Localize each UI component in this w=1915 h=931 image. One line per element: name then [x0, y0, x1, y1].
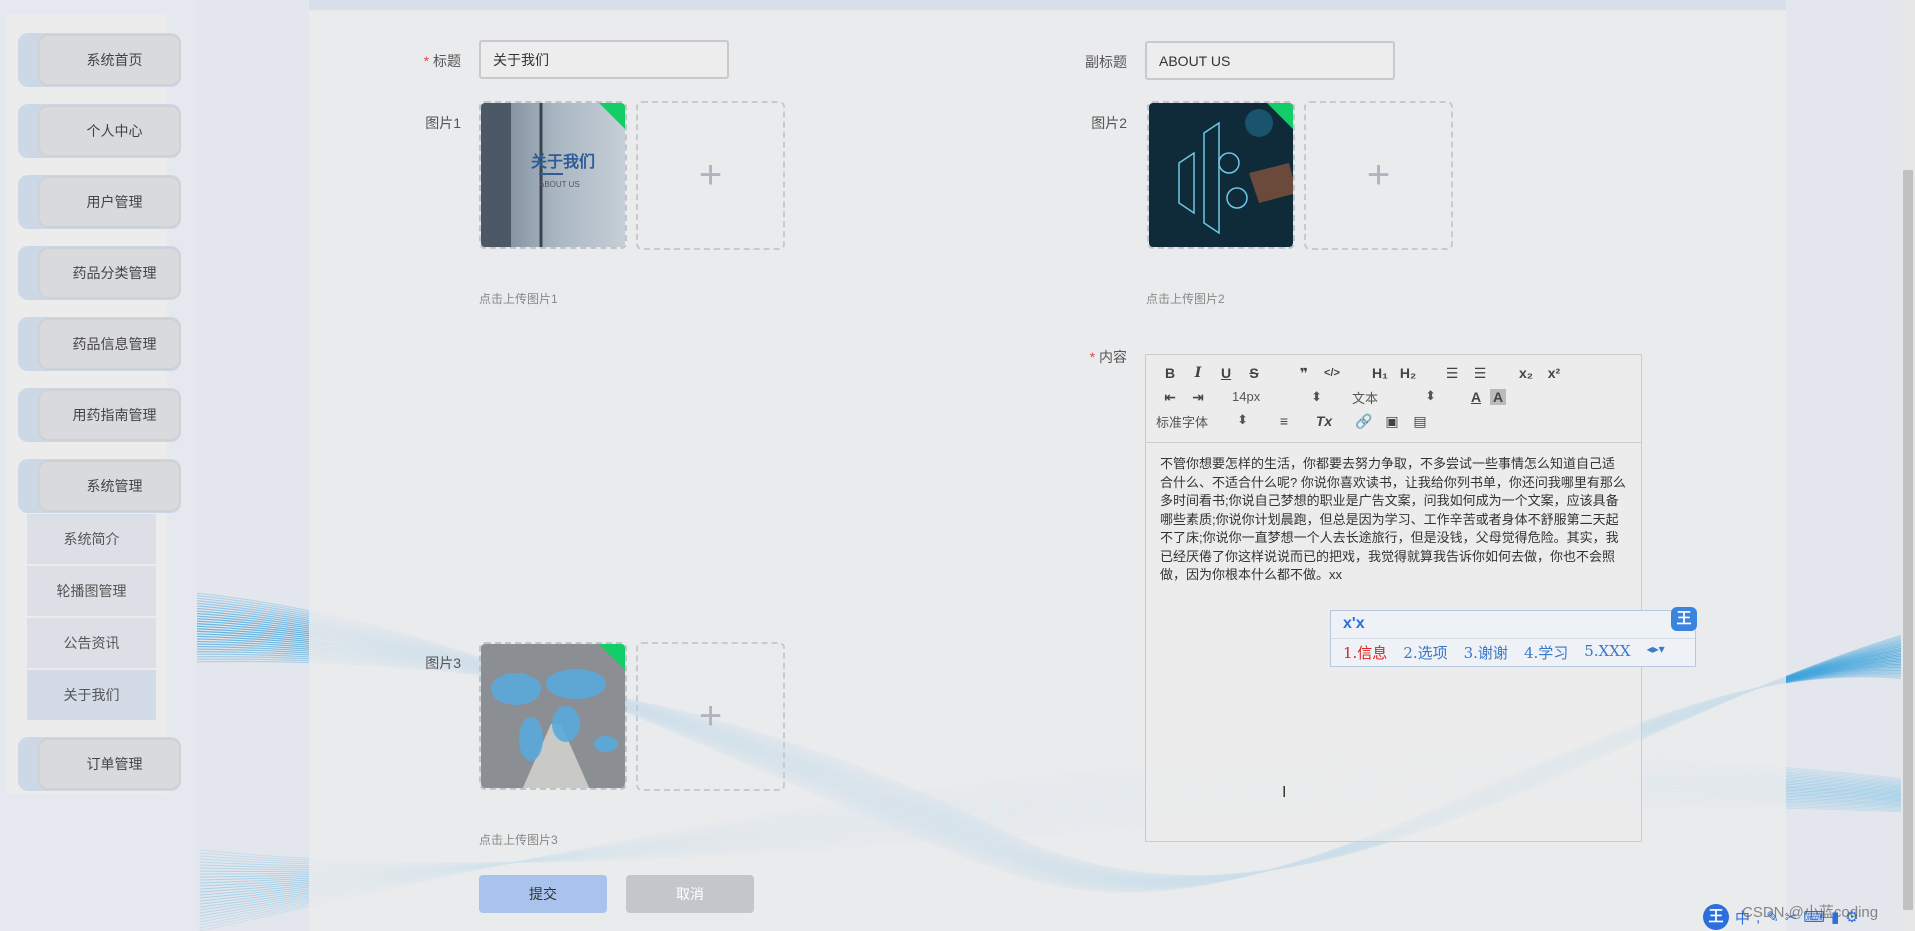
plus-icon: +: [698, 694, 723, 738]
pic2-label: 图片2: [1091, 115, 1127, 131]
ime-candidate[interactable]: 1.信息: [1343, 642, 1387, 663]
ime-candidate[interactable]: 5.XXX: [1584, 642, 1630, 663]
bold-button[interactable]: B: [1156, 365, 1184, 381]
pic3-hint: 点击上传图片3: [479, 833, 558, 847]
sidebar-item[interactable]: 药品分类管理: [18, 246, 181, 300]
title-label-text: 标题: [433, 53, 461, 69]
success-corner-badge: [1266, 103, 1293, 130]
pic3-thumbnail[interactable]: [479, 642, 627, 790]
h1-button[interactable]: H₁: [1366, 365, 1394, 381]
sidebar-item[interactable]: 药品信息管理: [18, 317, 181, 371]
pic3-upload-button[interactable]: +: [636, 642, 785, 791]
ime-composition: x'x: [1331, 611, 1695, 639]
submenu-item[interactable]: 轮播图管理: [27, 566, 156, 616]
sidebar-item-label: 系统首页: [38, 34, 181, 86]
ime-candidate[interactable]: 2.选项: [1403, 642, 1447, 663]
pic1-thumbnail[interactable]: 关于我们 ABOUT US: [479, 101, 627, 249]
underline-button[interactable]: U: [1212, 365, 1240, 381]
select-arrows-icon: ⬍: [1311, 389, 1322, 404]
svg-text:ABOUT US: ABOUT US: [539, 180, 580, 189]
sidebar-item[interactable]: 系统首页: [18, 33, 181, 87]
strike-button[interactable]: S: [1240, 365, 1268, 381]
sidebar-item[interactable]: 用药指南管理: [18, 388, 181, 442]
sidebar-item-label: 用户管理: [38, 176, 181, 228]
content-label-text: 内容: [1099, 349, 1127, 365]
pic2-upload-button[interactable]: +: [1304, 101, 1453, 250]
title-label: * 标题: [405, 51, 461, 71]
pic1-label: 图片1: [425, 115, 461, 131]
superscript-button[interactable]: x²: [1540, 365, 1568, 381]
submenu-item[interactable]: 关于我们: [27, 670, 156, 720]
ime-candidate-window: x'x 1.信息 2.选项 3.谢谢 4.学习 5.XXX ◂▸▾ 王: [1330, 607, 1697, 667]
ime-candidate[interactable]: 3.谢谢: [1464, 642, 1508, 663]
font-family-value: 标准字体: [1156, 414, 1209, 430]
content-label: * 内容: [1075, 347, 1127, 367]
text-color-icon[interactable]: A: [1462, 389, 1490, 405]
sidebar-item-label: 用药指南管理: [38, 389, 181, 441]
ime-candidate[interactable]: 4.学习: [1524, 642, 1568, 663]
pic1-upload-button[interactable]: +: [636, 101, 785, 250]
h2-button[interactable]: H₂: [1394, 365, 1422, 381]
sidebar-item[interactable]: 用户管理: [18, 175, 181, 229]
header-select[interactable]: 文本 ⬍: [1352, 388, 1436, 407]
indent-icon[interactable]: ⇥: [1184, 389, 1212, 406]
sidebar-item-label: 系统管理: [38, 460, 181, 512]
outdent-icon[interactable]: ⇤: [1156, 389, 1184, 406]
image-icon[interactable]: ▣: [1378, 413, 1406, 430]
text-cursor-icon: I: [1282, 784, 1287, 801]
scrollbar-thumb[interactable]: [1903, 170, 1913, 910]
ime-logo: 王: [1703, 904, 1729, 930]
plus-icon: +: [698, 153, 723, 197]
title-input[interactable]: 关于我们: [479, 40, 729, 79]
link-icon[interactable]: 🔗: [1350, 413, 1378, 430]
align-icon[interactable]: ≡: [1270, 413, 1298, 429]
sidebar-item[interactable]: 个人中心: [18, 104, 181, 158]
editor-toolbar: B I U S ❞ </> H₁ H₂ ☰ ☰ x₂ x² ⇤ ⇥ 14px ⬍ …: [1146, 355, 1641, 443]
select-arrows-icon: ⬍: [1237, 411, 1248, 427]
ordered-list-icon[interactable]: ☰: [1438, 365, 1466, 382]
editor-content[interactable]: 不管你想要怎样的生活，你都要去努力争取，不多尝试一些事情怎么知道自己适合什么、不…: [1146, 443, 1641, 597]
submit-button[interactable]: 提交: [479, 875, 607, 913]
required-mark: *: [1089, 349, 1096, 365]
font-size-select[interactable]: 14px ⬍: [1232, 389, 1322, 405]
background-color-icon[interactable]: A: [1490, 389, 1506, 405]
pic2-thumbnail[interactable]: [1147, 101, 1295, 249]
select-arrows-icon: ⬍: [1425, 387, 1436, 403]
submenu-item[interactable]: 公告资讯: [27, 618, 156, 668]
subscript-button[interactable]: x₂: [1512, 365, 1540, 381]
sidebar-item[interactable]: 系统管理: [18, 459, 181, 513]
card-header-strip: [309, 0, 1786, 10]
sidebar-item-label: 个人中心: [38, 105, 181, 157]
clean-format-button[interactable]: Tx: [1310, 413, 1338, 429]
sidebar-item-label: 订单管理: [38, 738, 181, 790]
plus-icon: +: [1366, 153, 1391, 197]
ime-page-arrows-icon[interactable]: ◂▸▾: [1647, 642, 1665, 663]
ime-logo: 王: [1671, 607, 1697, 631]
success-corner-badge: [598, 103, 625, 130]
sidebar-item-orders[interactable]: 订单管理: [18, 737, 181, 791]
pic3-label: 图片3: [425, 655, 461, 671]
submenu-item[interactable]: 系统简介: [27, 514, 156, 564]
ime-candidates: 1.信息 2.选项 3.谢谢 4.学习 5.XXX ◂▸▾: [1331, 639, 1695, 666]
subtitle-label: 副标题: [1085, 54, 1127, 70]
rich-text-editor: B I U S ❞ </> H₁ H₂ ☰ ☰ x₂ x² ⇤ ⇥ 14px ⬍ …: [1145, 354, 1642, 842]
font-family-select[interactable]: 标准字体 ⬍: [1156, 412, 1248, 431]
required-mark: *: [423, 53, 430, 69]
header-value: 文本: [1352, 390, 1379, 406]
success-corner-badge: [598, 644, 625, 671]
blockquote-button[interactable]: ❞: [1290, 365, 1318, 382]
watermark: CSDN @小蓝coding: [1742, 904, 1879, 921]
pic1-hint: 点击上传图片1: [479, 292, 558, 306]
bullet-list-icon[interactable]: ☰: [1466, 365, 1494, 382]
cancel-button[interactable]: 取消: [626, 875, 754, 913]
subtitle-input[interactable]: ABOUT US: [1145, 41, 1395, 80]
sidebar-item-label: 药品分类管理: [38, 247, 181, 299]
font-size-value: 14px: [1232, 389, 1261, 404]
italic-button[interactable]: I: [1184, 365, 1212, 381]
sidebar-item-label: 药品信息管理: [38, 318, 181, 370]
video-icon[interactable]: ▤: [1406, 413, 1434, 430]
svg-text:关于我们: 关于我们: [531, 152, 595, 171]
pic2-hint: 点击上传图片2: [1146, 292, 1225, 306]
code-block-button[interactable]: </>: [1318, 367, 1346, 379]
